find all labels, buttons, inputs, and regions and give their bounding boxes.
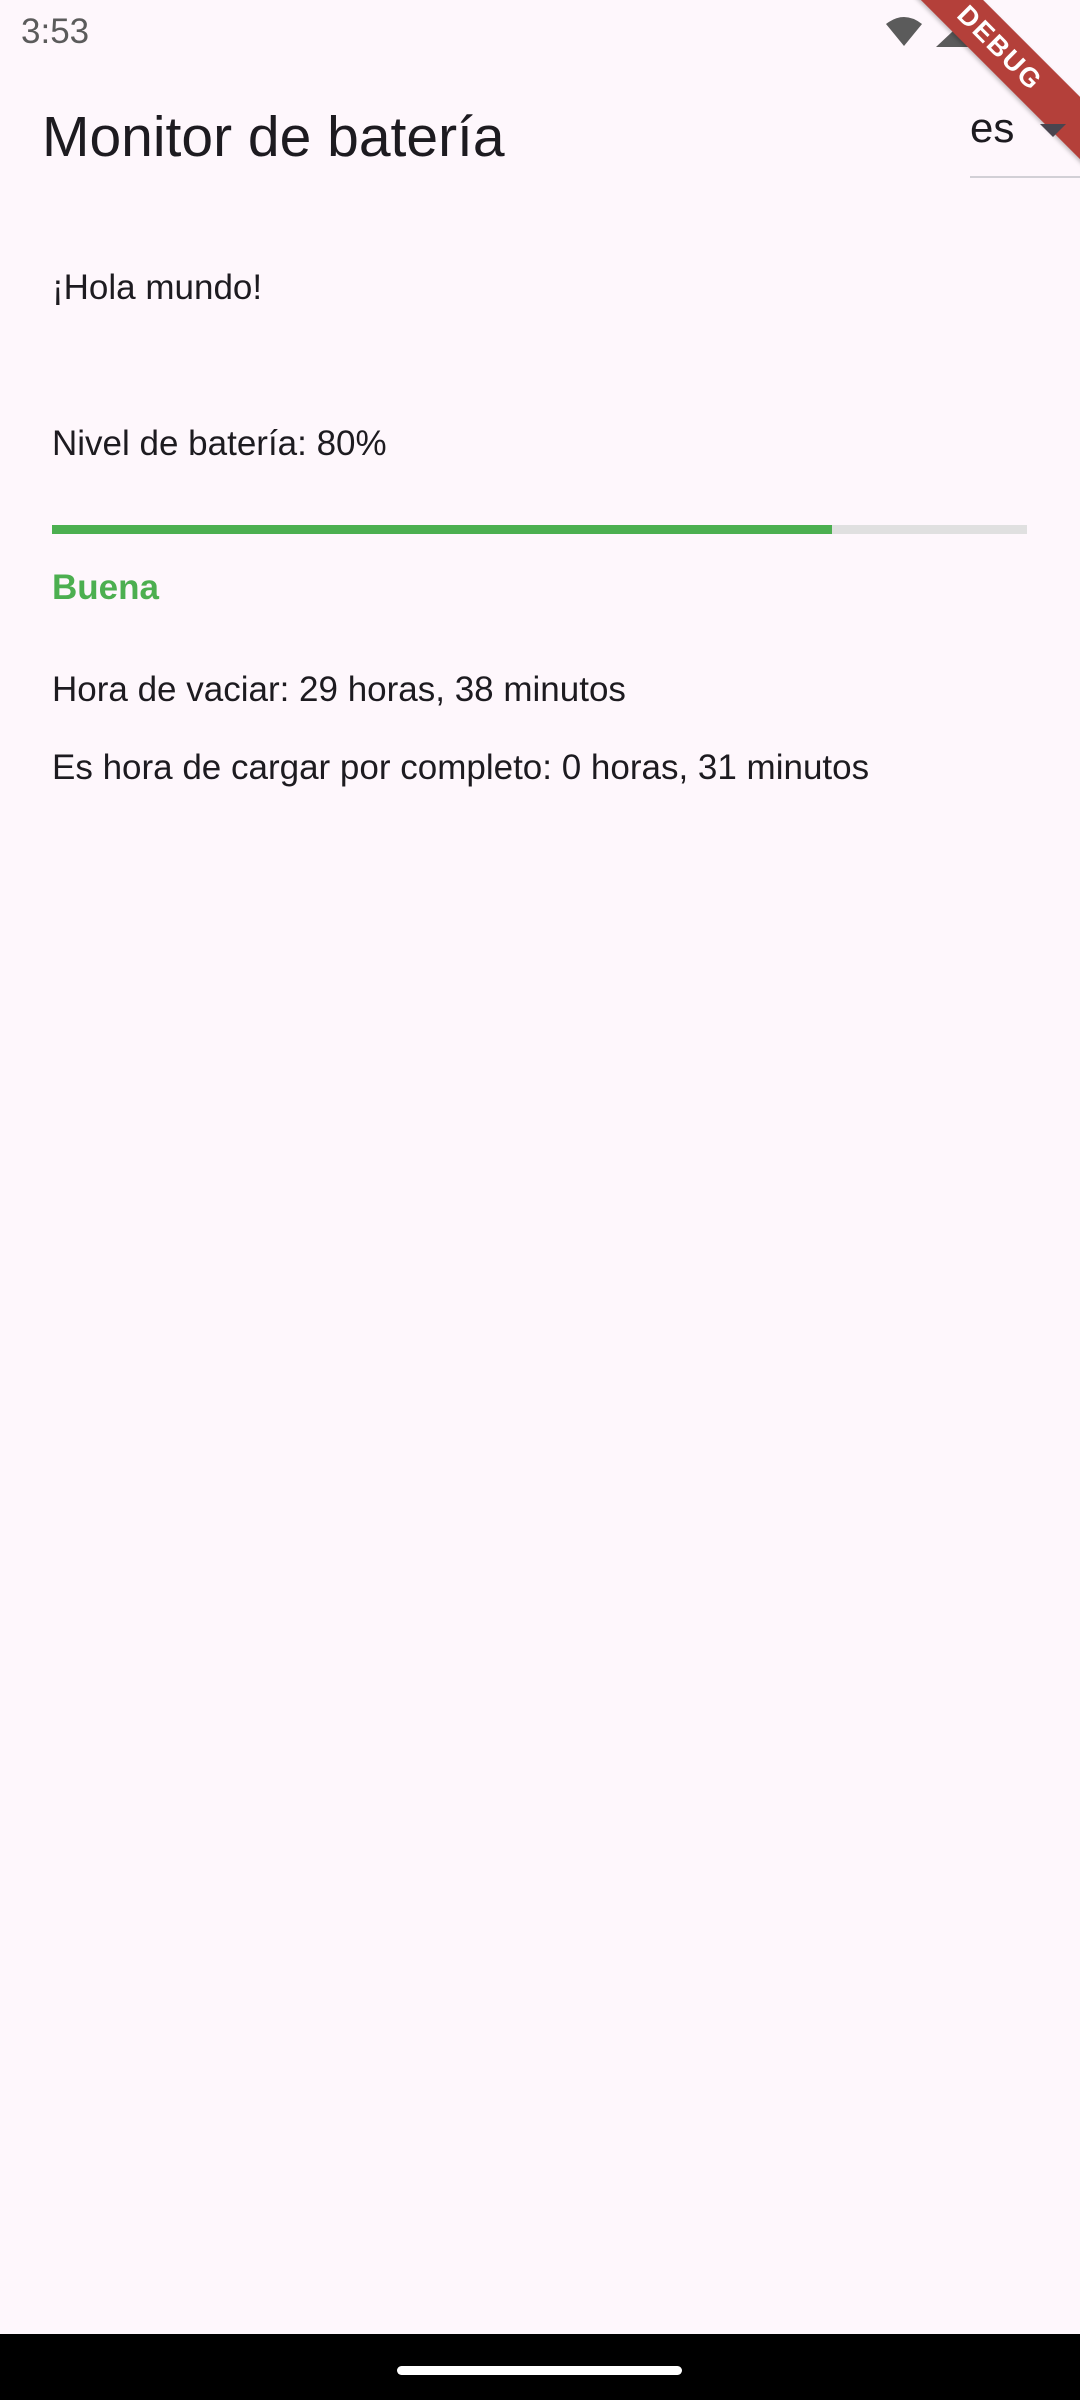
status-time: 3:53	[21, 12, 90, 51]
time-to-discharge-text: Hora de vaciar: 29 horas, 38 minutos	[52, 670, 626, 709]
language-dropdown[interactable]: es	[970, 96, 1080, 178]
app-bar: Monitor de batería es	[0, 66, 1080, 196]
dropdown-arrow-icon	[1038, 122, 1068, 143]
battery-status-label: Buena	[52, 568, 159, 607]
language-selected-value: es	[970, 104, 1015, 151]
greeting-text: ¡Hola mundo!	[52, 268, 263, 307]
battery-progress-fill	[52, 525, 832, 534]
page-title: Monitor de batería	[42, 105, 505, 169]
time-to-charge-text: Es hora de cargar por completo: 0 horas,…	[52, 748, 870, 787]
status-bar: 3:53	[0, 0, 1080, 66]
battery-progress-bar	[52, 525, 1027, 534]
home-indicator[interactable]	[397, 2366, 682, 2375]
battery-level-text: Nivel de batería: 80%	[52, 424, 387, 463]
wifi-icon	[884, 16, 924, 53]
navigation-bar	[0, 2334, 1080, 2400]
